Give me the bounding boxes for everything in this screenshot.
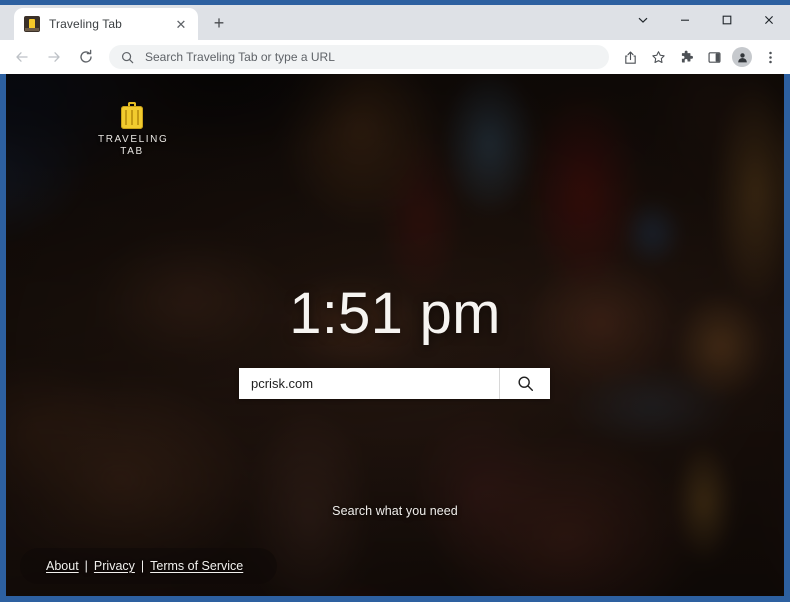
tab-title: Traveling Tab — [49, 17, 122, 31]
browser-window: Traveling Tab ✕ + Search Traveling Tab o… — [0, 0, 790, 602]
footer-link-terms[interactable]: Terms of Service — [150, 559, 243, 573]
footer-separator: | — [140, 559, 145, 573]
window-controls — [622, 5, 790, 35]
toolbar-actions — [616, 44, 784, 70]
site-logo-line1: TRAVELING — [98, 134, 169, 145]
extensions-puzzle-icon[interactable] — [673, 44, 699, 70]
browser-toolbar: Search Traveling Tab or type a URL — [0, 40, 790, 74]
profile-avatar[interactable] — [732, 47, 752, 67]
search-input[interactable] — [239, 368, 499, 399]
three-dot-menu-icon[interactable] — [757, 44, 783, 70]
omnibox-placeholder: Search Traveling Tab or type a URL — [145, 50, 335, 64]
close-icon[interactable] — [748, 6, 790, 34]
footer-link-privacy[interactable]: Privacy — [94, 559, 135, 573]
site-logo: TRAVELING TAB — [98, 102, 169, 158]
tab-strip: Traveling Tab ✕ + — [0, 0, 790, 40]
browser-tab[interactable]: Traveling Tab ✕ — [14, 8, 198, 40]
chevron-down-icon[interactable] — [622, 6, 664, 34]
maximize-icon[interactable] — [706, 6, 748, 34]
tab-list: Traveling Tab ✕ + — [14, 8, 231, 40]
reload-icon[interactable] — [72, 43, 100, 71]
tab-close-icon[interactable]: ✕ — [172, 15, 190, 33]
omnibox[interactable]: Search Traveling Tab or type a URL — [109, 45, 609, 69]
new-tab-page: TRAVELING TAB 1:51 pm Search what you ne… — [6, 74, 784, 596]
footer-link-about[interactable]: About — [46, 559, 79, 573]
footer-links: About | Privacy | Terms of Service — [20, 548, 278, 584]
search-submit-button[interactable] — [499, 368, 550, 399]
suitcase-favicon-icon — [24, 16, 40, 32]
side-panel-icon[interactable] — [701, 44, 727, 70]
new-tab-button[interactable]: + — [207, 11, 231, 35]
suitcase-icon — [121, 102, 143, 129]
forward-arrow-icon[interactable] — [40, 43, 68, 71]
search-box — [239, 368, 550, 399]
site-logo-line2: TAB — [120, 146, 144, 157]
back-arrow-icon[interactable] — [8, 43, 36, 71]
bookmark-star-icon[interactable] — [645, 44, 671, 70]
search-icon — [121, 50, 135, 64]
share-icon[interactable] — [617, 44, 643, 70]
clock-display: 1:51 pm — [289, 281, 501, 346]
minimize-icon[interactable] — [664, 6, 706, 34]
site-logo-text: TRAVELING TAB — [98, 134, 169, 158]
tagline: Search what you need — [332, 504, 458, 518]
search-icon — [517, 375, 534, 392]
footer-separator: | — [84, 559, 88, 573]
